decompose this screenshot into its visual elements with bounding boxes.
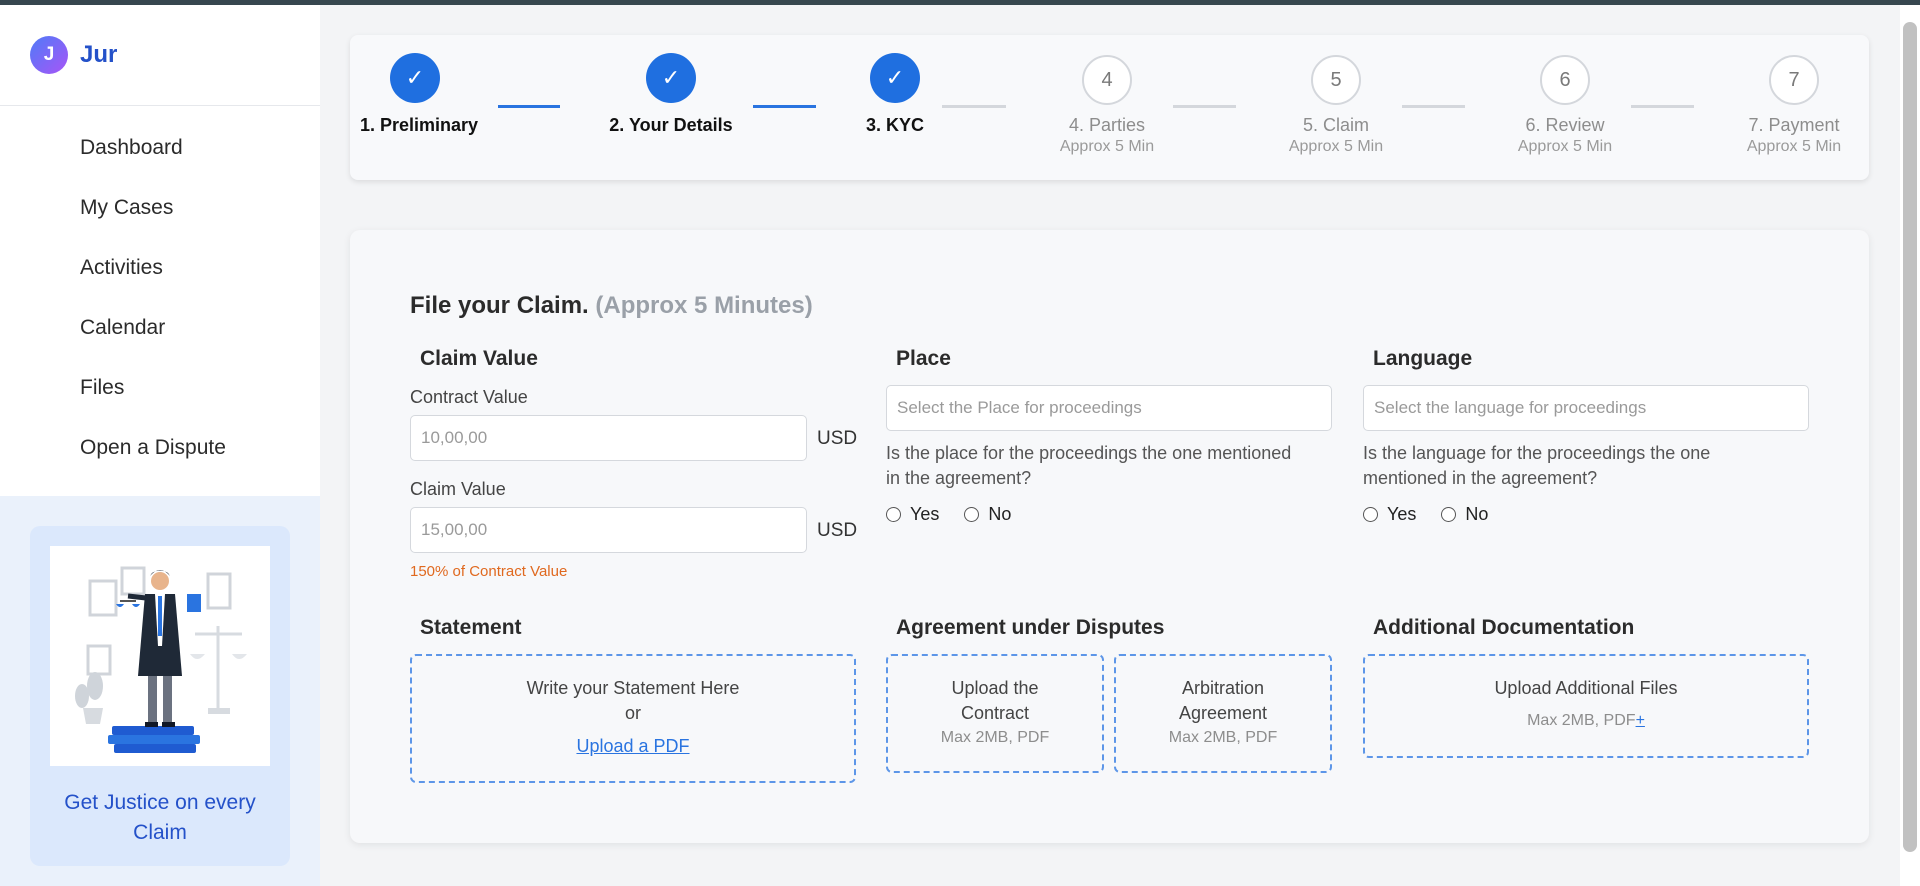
brand[interactable]: J Jur	[0, 5, 320, 106]
step-label: 4. Parties	[1068, 115, 1146, 135]
language-heading: Language	[1373, 347, 1473, 370]
additional-docs-heading: Additional Documentation	[1373, 616, 1635, 639]
claim-value-label: Claim Value	[410, 479, 506, 499]
step-connector-3	[942, 105, 1006, 108]
lawyer-illustration	[50, 546, 270, 766]
sidebar-item-files[interactable]: Files	[0, 358, 320, 418]
step-number: 4	[1082, 55, 1132, 105]
check-icon: ✓	[870, 53, 920, 103]
step-claim[interactable]: 5 5. Claim Approx 5 Min	[1279, 55, 1393, 156]
sidebar: J Jur Dashboard My Cases Activities Cale…	[0, 5, 320, 886]
arbitration-upload-limits: Max 2MB, PDF	[1168, 729, 1278, 746]
add-file-plus-icon[interactable]: +	[1636, 712, 1645, 729]
contract-upload-line2: Contract	[960, 703, 1030, 723]
step-duration: Approx 5 Min	[1517, 138, 1613, 155]
additional-upload-limits-row: Max 2MB, PDF+	[1365, 709, 1807, 733]
statement-write-text: Write your Statement Here	[526, 678, 740, 698]
step-parties[interactable]: 4 4. Parties Approx 5 Min	[1050, 55, 1164, 156]
arbitration-upload[interactable]: Arbitration Agreement Max 2MB, PDF	[1114, 654, 1332, 773]
sidebar-item-dashboard[interactable]: Dashboard	[0, 118, 320, 178]
sidebar-item-open-dispute[interactable]: Open a Dispute	[0, 418, 320, 478]
sidebar-item-calendar[interactable]: Calendar	[0, 298, 320, 358]
step-connector-6	[1631, 105, 1694, 108]
sidebar-nav: Dashboard My Cases Activities Calendar F…	[0, 106, 320, 478]
step-duration: Approx 5 Min	[1288, 138, 1384, 155]
contract-upload[interactable]: Upload the Contract Max 2MB, PDF	[886, 654, 1104, 773]
claim-value-heading: Claim Value	[420, 347, 538, 370]
language-select[interactable]	[1363, 385, 1809, 431]
claim-form-panel: File your Claim. (Approx 5 Minutes) Clai…	[350, 230, 1869, 843]
language-no-radio[interactable]	[1441, 507, 1457, 522]
statement-dropzone[interactable]: Write your Statement Here or Upload a PD…	[410, 654, 856, 783]
place-yes-label: Yes	[910, 504, 940, 524]
step-number: 5	[1311, 55, 1361, 105]
agreement-heading: Agreement under Disputes	[896, 616, 1165, 639]
place-question: Is the place for the proceedings the one…	[886, 443, 1292, 488]
brand-name: Jur	[80, 41, 118, 68]
additional-upload-text: Upload Additional Files	[1494, 678, 1678, 698]
step-connector-1	[498, 105, 560, 108]
step-label: 7. Payment	[1748, 115, 1840, 135]
step-your-details[interactable]: ✓ 2. Your Details	[606, 53, 736, 136]
language-radio-group: Yes No	[1363, 504, 1488, 525]
step-review[interactable]: 6 6. Review Approx 5 Min	[1508, 55, 1622, 156]
promo-area: Get Justice on every Claim	[0, 496, 320, 886]
place-heading: Place	[896, 347, 951, 370]
brand-logo: J	[30, 36, 68, 74]
step-label: 1. Preliminary	[360, 115, 479, 135]
additional-upload-limits: Max 2MB, PDF	[1527, 712, 1636, 729]
language-question: Is the language for the proceedings the …	[1363, 443, 1711, 488]
promo-card: Get Justice on every Claim	[30, 526, 290, 866]
step-preliminary[interactable]: ✓ 1. Preliminary	[360, 53, 479, 136]
contract-value-label: Contract Value	[410, 387, 528, 407]
check-icon: ✓	[646, 53, 696, 103]
step-label: 2. Your Details	[609, 115, 733, 135]
step-connector-2	[753, 105, 816, 108]
scrollbar-thumb[interactable]	[1903, 22, 1917, 852]
contract-upload-limits: Max 2MB, PDF	[940, 729, 1050, 746]
upload-pdf-link[interactable]: Upload a PDF	[576, 736, 689, 756]
step-number: 7	[1769, 55, 1819, 105]
place-radio-group: Yes No	[886, 504, 1011, 525]
sidebar-item-activities[interactable]: Activities	[0, 238, 320, 298]
step-connector-5	[1402, 105, 1465, 108]
language-yes-radio[interactable]	[1363, 507, 1378, 522]
form-title: File your Claim. (Approx 5 Minutes)	[410, 292, 813, 320]
form-title-note: (Approx 5 Minutes)	[595, 292, 813, 319]
step-number: 6	[1540, 55, 1590, 105]
step-connector-4	[1173, 105, 1236, 108]
place-no-radio[interactable]	[964, 507, 980, 522]
contract-currency: USD	[817, 428, 858, 449]
statement-heading: Statement	[420, 616, 522, 639]
step-label: 5. Claim	[1302, 115, 1369, 135]
step-payment[interactable]: 7 7. Payment Approx 5 Min	[1737, 55, 1851, 156]
place-select[interactable]	[886, 385, 1332, 431]
arbitration-upload-line2: Agreement	[1178, 703, 1268, 723]
place-no-label: No	[988, 504, 1012, 524]
claim-value-input[interactable]	[410, 507, 807, 553]
sidebar-item-my-cases[interactable]: My Cases	[0, 178, 320, 238]
step-duration: Approx 5 Min	[1746, 138, 1842, 155]
claim-currency: USD	[817, 520, 858, 541]
step-kyc[interactable]: ✓ 3. KYC	[855, 53, 935, 136]
form-title-text: File your Claim.	[410, 292, 589, 319]
step-label: 6. Review	[1525, 115, 1605, 135]
step-label: 3. KYC	[865, 115, 925, 135]
claim-value-hint: 150% of Contract Value	[410, 563, 568, 580]
language-no-label: No	[1465, 504, 1489, 524]
check-icon: ✓	[390, 53, 440, 103]
contract-upload-line1: Upload the	[951, 678, 1039, 698]
language-yes-label: Yes	[1387, 504, 1417, 524]
additional-files-upload[interactable]: Upload Additional Files Max 2MB, PDF+	[1363, 654, 1809, 758]
promo-text: Get Justice on every Claim	[64, 791, 256, 844]
place-yes-radio[interactable]	[886, 507, 901, 522]
arbitration-upload-line1: Arbitration	[1181, 678, 1265, 698]
step-duration: Approx 5 Min	[1059, 138, 1155, 155]
progress-stepper: ✓ 1. Preliminary ✓ 2. Your Details ✓ 3. …	[350, 35, 1869, 180]
contract-value-input[interactable]	[410, 415, 807, 461]
statement-or-text: or	[624, 703, 641, 723]
